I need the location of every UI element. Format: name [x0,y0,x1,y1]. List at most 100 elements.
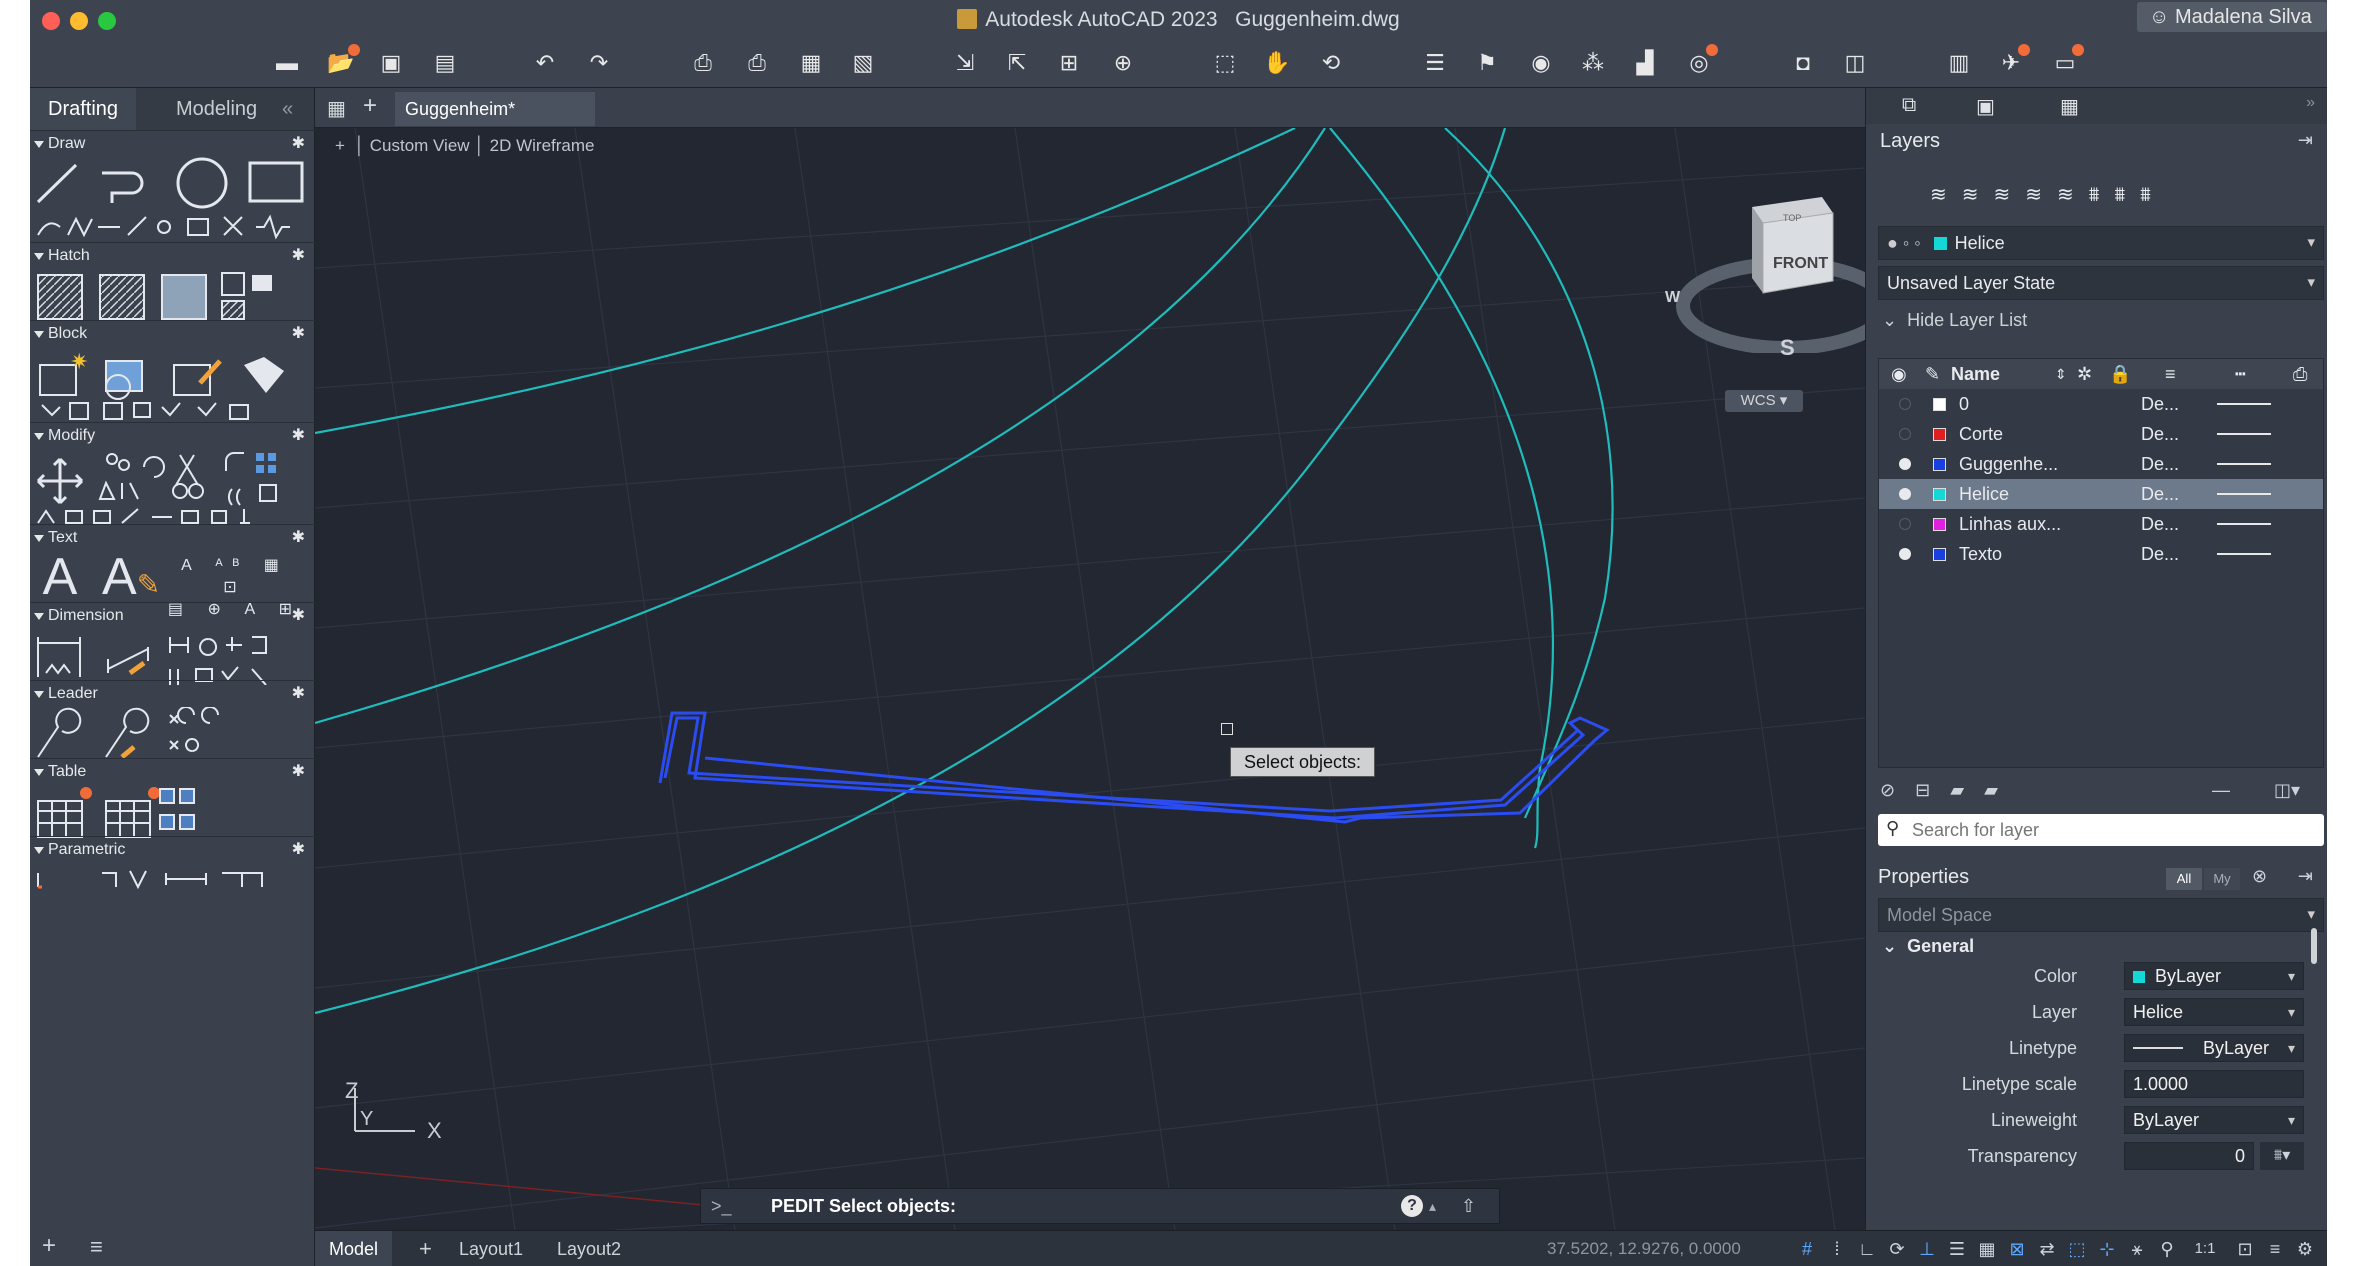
document-tab[interactable]: Guggenheim* [395,92,595,126]
new-property-filter-icon[interactable]: ▰ [1984,780,1998,800]
table-icon[interactable] [37,800,83,838]
share-icon[interactable]: ⊕ [1108,50,1138,76]
camera-icon[interactable]: ◘ [1788,50,1818,76]
move-icon[interactable] [36,457,84,505]
save-icon[interactable]: ▣ [376,50,406,76]
lineweight-column-icon[interactable]: ≡ [2165,359,2176,389]
batch-plot-icon[interactable]: ⎙ [742,50,772,76]
page-setup-icon[interactable]: ▦ [796,50,826,76]
layer-walk-icon[interactable]: ⁂ [1578,50,1608,76]
rectangle-tool-icon[interactable] [248,161,304,203]
section-draw-header[interactable]: Draw ✱ [30,131,315,157]
viewport-controls[interactable]: + │ Custom View │ 2D Wireframe [335,136,595,156]
layer-visibility-icon[interactable] [1899,428,1911,440]
user-account-button[interactable]: ☺ Madalena Silva [2137,2,2327,32]
send-icon[interactable]: ✈ [1996,44,2030,76]
layer-row[interactable]: Linhas aux... De... [1879,509,2323,539]
copy-icon[interactable] [106,453,118,465]
viewcube-top-label[interactable]: TOP [1783,213,1801,223]
filter-my-button[interactable]: My [2204,868,2240,890]
quick-select-icon[interactable]: ⊗ [2252,866,2267,887]
properties-tab-icon[interactable]: ▦ [2060,94,2079,119]
snap-icon[interactable]: ⁞ [1825,1237,1849,1261]
visibility-column-icon[interactable]: ◉ [1891,359,1907,389]
tab-model[interactable]: Model [315,1231,393,1266]
attribute-icon[interactable] [244,357,284,393]
array-icon[interactable] [268,465,276,473]
gear-icon[interactable]: ✱ [292,759,305,785]
grid-toggle-icon[interactable]: # [1795,1237,1819,1261]
parametric-icons[interactable] [37,870,263,890]
annotation-visibility-icon[interactable]: ⚹ [2125,1237,2149,1261]
general-group-toggle[interactable]: ⌄ General [1882,936,1974,957]
line-tool-icon[interactable] [36,163,78,204]
linetype-scale-input[interactable]: 1.0000 [2124,1070,2304,1098]
layer-row[interactable]: Texto De... [1879,539,2323,569]
gear-icon[interactable]: ✱ [292,603,305,629]
compass-w[interactable]: W [1665,289,1680,307]
pan-icon[interactable]: ✋ [1262,50,1292,76]
annotation-scale-value[interactable]: 1:1 [2183,1237,2227,1261]
layer-row[interactable]: Helice De... [1879,479,2323,509]
layer-tools-icons[interactable]: ≋≋≋≋≋⩩⩩⩩ [1930,182,2270,207]
current-layer-dropdown[interactable]: ● ◦ ◦ Helice [1878,226,2324,260]
workspace-icon[interactable]: ⊡ [2233,1237,2257,1261]
boundary-tool-icon[interactable] [161,274,207,320]
wipeout-tool-icon[interactable] [252,275,272,291]
layer-color-swatch[interactable] [1933,398,1946,411]
expand-panel-icon[interactable]: » [2306,94,2315,112]
lineweight-value-dropdown[interactable]: ByLayer [2124,1106,2304,1134]
delete-layer-icon[interactable]: — [2212,780,2230,801]
linetype-value-dropdown[interactable]: ByLayer [2124,1034,2304,1062]
viewport-menu[interactable]: + [335,136,345,155]
properties-scrollbar[interactable] [2311,928,2317,964]
coordinates-readout[interactable]: 37.5202, 12.9276, 0.0000 [1547,1239,1741,1259]
transparency-icon[interactable]: ⊠ [2005,1237,2029,1261]
plot-icon[interactable]: ⎙ [688,50,718,76]
new-layer-icon[interactable]: ⊘ [1880,780,1895,800]
gear-icon[interactable]: ✱ [292,525,305,551]
selection-cycling-icon[interactable]: ⇄ [2035,1237,2059,1261]
command-prompt-icon[interactable]: >_ [711,1189,732,1223]
compare-icon[interactable]: ◫ [1840,50,1870,76]
transparency-menu-icon[interactable]: ⩩▾ [2260,1142,2304,1170]
selected-polyline[interactable] [658,711,1610,824]
3d-osnap-icon[interactable]: ⬚ [2065,1237,2089,1261]
section-parametric-header[interactable]: Parametric ✱ [30,837,315,863]
edit-column-icon[interactable]: ✎ [1925,359,1940,389]
save-as-icon[interactable]: ▤ [430,50,460,76]
menu-icon[interactable]: ≡ [90,1234,103,1260]
layer-visibility-icon[interactable] [1899,518,1911,530]
layer-color-swatch[interactable] [1933,458,1946,471]
settings-gear-icon[interactable]: ⚙ [2293,1237,2317,1261]
properties-icon[interactable]: ☰ [1420,50,1450,76]
layer-value-dropdown[interactable]: Helice [2124,998,2304,1026]
rotate-icon[interactable] [143,456,165,478]
leader-more-icons[interactable] [169,707,219,752]
hatch-tool-icon[interactable] [37,274,83,320]
section-dimension-header[interactable]: Dimension ✱ [30,603,315,629]
layer-visibility-icon[interactable] [1899,488,1911,500]
sheet-set-icon[interactable]: ▥ [1944,50,1974,76]
layer-visibility-icon[interactable] [1899,398,1911,410]
helix-curves[interactable] [315,128,1614,1015]
gear-icon[interactable]: ✱ [292,131,305,157]
tab-layout1[interactable]: Layout1 [445,1231,537,1266]
add-icon[interactable]: + [42,1232,56,1260]
layer-row[interactable]: Corte De... [1879,419,2323,449]
annotation-scale-icon[interactable]: ⚲ [2155,1237,2179,1261]
xref-icon[interactable]: ◉ [1526,50,1556,76]
layer-search[interactable]: ⚲ [1878,814,2324,846]
object-type-dropdown[interactable]: Model Space [1878,898,2324,932]
section-block-header[interactable]: Block ✱ [30,321,315,347]
linetype-column-icon[interactable]: ┅ [2235,359,2246,389]
dynamic-ucs-icon[interactable]: ⊹ [2095,1237,2119,1261]
polar-icon[interactable]: ⟳ [1885,1237,1909,1261]
undo-icon[interactable]: ↶ [530,50,560,76]
orbit-icon[interactable]: ⟲ [1316,50,1346,76]
gear-icon[interactable]: ✱ [292,321,305,347]
layers-tab-icon[interactable]: ⧉ [1902,94,1916,117]
drawing-canvas[interactable]: + │ Custom View │ 2D Wireframe FRONT TOP… [315,128,1865,1230]
freeze-column-icon[interactable]: ✲ [2077,359,2092,389]
circle-tool-icon[interactable] [176,157,228,209]
